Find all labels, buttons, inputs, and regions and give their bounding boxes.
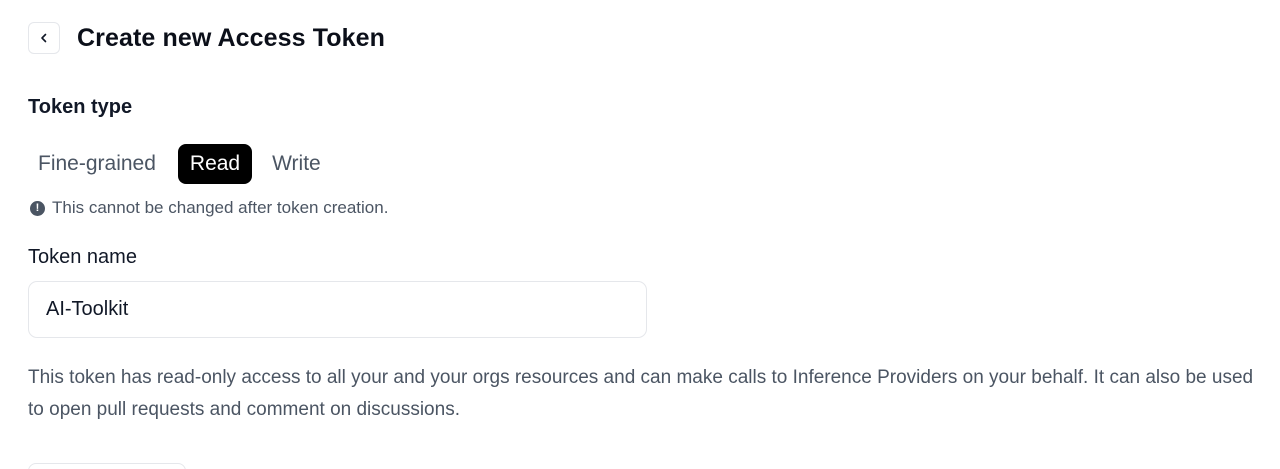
token-type-option-write[interactable]: Write xyxy=(262,144,331,184)
page-title: Create new Access Token xyxy=(77,23,385,52)
token-description: This token has read-only access to all y… xyxy=(28,367,1254,420)
create-token-button[interactable] xyxy=(28,463,186,469)
exclamation-circle-icon: ! xyxy=(30,200,45,216)
token-name-label: Token name xyxy=(28,246,137,268)
token-type-option-read[interactable]: Read xyxy=(177,144,253,184)
token-type-selector: Fine-grained Read Write xyxy=(28,144,331,184)
back-button[interactable] xyxy=(28,22,60,54)
token-type-label: Token type xyxy=(28,96,133,118)
notice-text: This cannot be changed after token creat… xyxy=(52,198,389,217)
page-header: Create new Access Token xyxy=(28,22,385,54)
token-name-input[interactable] xyxy=(28,281,647,338)
token-type-notice: ! This cannot be changed after token cre… xyxy=(30,198,388,218)
create-token-page: Create new Access Token Token type Fine-… xyxy=(0,0,1280,469)
chevron-left-icon xyxy=(38,32,50,44)
token-type-option-fine-grained[interactable]: Fine-grained xyxy=(28,144,166,184)
